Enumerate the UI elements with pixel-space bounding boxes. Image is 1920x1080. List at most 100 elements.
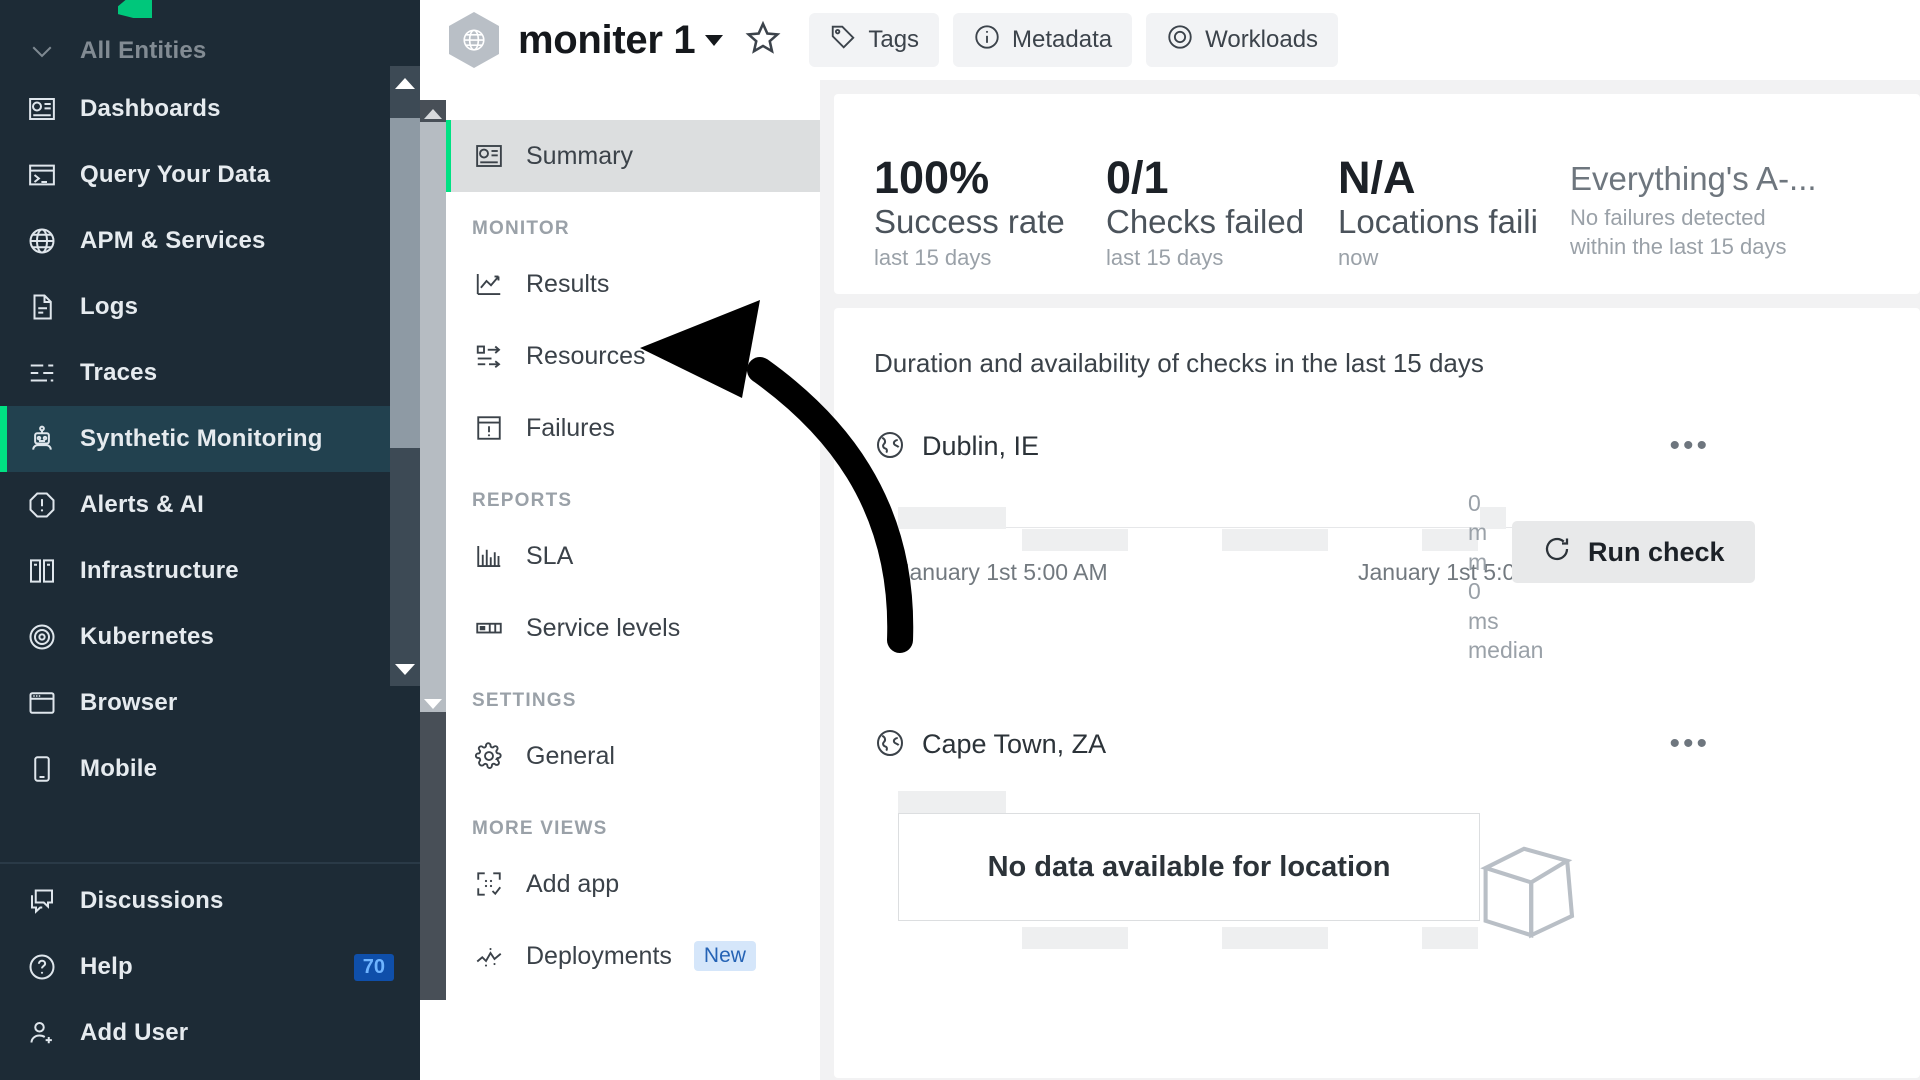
sidebar-item-query-your-data[interactable]: Query Your Data [0, 142, 420, 208]
workload-icon [1166, 23, 1194, 58]
section-heading-reports: REPORTS [472, 490, 573, 511]
primary-sidebar-bottom: Discussions Help 70 Add User [0, 862, 420, 1080]
chart-skeleton-bar [1022, 927, 1128, 949]
tags-button[interactable]: Tags [809, 13, 940, 67]
sidebar-item-label: Query Your Data [80, 161, 271, 188]
tab-summary[interactable]: Summary [446, 120, 820, 192]
sidebar-item-label: Synthetic Monitoring [80, 425, 323, 452]
deployments-icon [472, 939, 506, 973]
sidebar-item-label: Kubernetes [80, 623, 215, 650]
alert-octagon-icon [22, 485, 62, 525]
sidebar-item-dashboards[interactable]: Dashboards [0, 76, 420, 142]
tab-label: Failures [526, 413, 615, 442]
sidebar-item-kubernetes[interactable]: Kubernetes [0, 604, 420, 670]
workloads-button-label: Workloads [1205, 26, 1319, 53]
sidebar-item-traces[interactable]: Traces [0, 340, 420, 406]
globe-icon [22, 221, 62, 261]
refresh-icon [1542, 534, 1572, 571]
secondary-nav-scrollbar[interactable] [420, 100, 446, 1000]
median-line: 0 [1468, 490, 1481, 516]
sidebar-item-synthetic-monitoring[interactable]: Synthetic Monitoring [0, 406, 420, 472]
tab-label: Add app [526, 869, 620, 898]
tab-resources[interactable]: Resources [446, 320, 820, 392]
no-data-message: No data available for location [987, 850, 1391, 883]
robot-icon [22, 419, 62, 459]
sidebar-item-label: Traces [80, 359, 158, 386]
star-icon[interactable] [745, 20, 781, 61]
tab-label: Resources [526, 341, 646, 370]
sidebar-item-label: Help [80, 953, 133, 980]
tab-label: SLA [526, 541, 574, 570]
tab-results[interactable]: Results [446, 248, 820, 320]
divider [0, 862, 420, 864]
chevron-down-icon[interactable] [705, 34, 724, 46]
stat-locations-failing: N/A Locations faili now [1338, 154, 1570, 271]
dashboard-icon [22, 89, 62, 129]
sidebar-item-logs[interactable]: Logs [0, 274, 420, 340]
sidebar-item-alerts-and-ai[interactable]: Alerts & AI [0, 472, 420, 538]
tab-deployments[interactable]: Deployments New [446, 920, 820, 992]
sidebar-item-label: Infrastructure [80, 557, 239, 584]
secondary-nav: Summary MONITOR Results Resources Failur… [446, 80, 820, 1080]
sidebar-item-discussions[interactable]: Discussions [0, 868, 420, 934]
sidebar-item-apm-and-services[interactable]: APM & Services [0, 208, 420, 274]
cape-town-chart: No data available for location [874, 791, 1920, 971]
mobile-icon [22, 749, 62, 789]
stat-value: 100% [874, 152, 990, 203]
tag-icon [829, 23, 857, 58]
brand-logo-strip [0, 0, 420, 18]
tab-failures[interactable]: Failures [446, 392, 820, 464]
page-header: moniter 1 Tags Metadata Workloads [420, 0, 1920, 80]
stat-overall-health: Everything's A-... No failures detected … [1570, 154, 1910, 262]
terminal-icon [22, 155, 62, 195]
stat-value: N/A [1338, 152, 1416, 203]
run-check-button[interactable]: Run check [1512, 521, 1755, 583]
sidebar-item-label: Dashboards [80, 95, 221, 122]
chart-skeleton-bar [1222, 927, 1328, 949]
kebab-menu-icon[interactable]: ••• [1669, 431, 1710, 461]
sidebar-item-help[interactable]: Help 70 [0, 934, 420, 1000]
traces-icon [22, 353, 62, 393]
scrollbar-thumb[interactable] [390, 118, 420, 448]
sidebar-item-browser[interactable]: Browser [0, 670, 420, 736]
tab-add-app[interactable]: Add app [446, 848, 820, 920]
workloads-button[interactable]: Workloads [1146, 13, 1339, 67]
scrollbar-thumb[interactable] [420, 122, 446, 712]
location-name: Cape Town, ZA [922, 728, 1107, 759]
sidebar-item-add-user[interactable]: Add User [0, 1000, 420, 1066]
tab-label: General [526, 741, 615, 770]
sidebar-item-label: Mobile [80, 755, 158, 782]
metadata-button[interactable]: Metadata [953, 13, 1133, 67]
primary-nav-scrollbar[interactable] [390, 66, 420, 686]
scroll-down-arrow-icon[interactable] [390, 652, 420, 686]
section-heading-more-views: MORE VIEWS [472, 818, 608, 839]
help-badge-count: 70 [353, 953, 394, 981]
sidebar-item-infrastructure[interactable]: Infrastructure [0, 538, 420, 604]
resources-icon [472, 339, 506, 373]
stat-sub: now [1338, 244, 1379, 270]
tab-sla[interactable]: SLA [446, 520, 820, 592]
tab-general[interactable]: General [446, 720, 820, 792]
location-name: Dublin, IE [922, 430, 1040, 461]
primary-sidebar: All Entities Dashboards Query Your Data … [0, 0, 420, 1080]
scroll-down-arrow-icon[interactable] [420, 690, 446, 718]
sidebar-item-mobile[interactable]: Mobile [0, 736, 420, 802]
sidebar-item-all-entities[interactable]: All Entities [0, 26, 420, 76]
duration-availability-card: Duration and availability of checks in t… [834, 308, 1920, 1078]
info-circle-icon [973, 23, 1001, 58]
tab-label: Results [526, 269, 610, 298]
chart-skeleton-bar [1422, 927, 1478, 949]
scroll-up-arrow-icon[interactable] [390, 66, 420, 100]
line-chart-icon [472, 267, 506, 301]
secondary-nav-wrapper: Summary MONITOR Results Resources Failur… [420, 80, 820, 1080]
sidebar-item-label: Browser [80, 689, 178, 716]
kebab-menu-icon[interactable]: ••• [1669, 729, 1710, 759]
median-line: median [1468, 637, 1544, 664]
chart-skeleton-bar [898, 791, 1006, 813]
sidebar-item-label: Alerts & AI [80, 491, 205, 518]
sidebar-item-label: Discussions [80, 887, 224, 914]
gear-icon [472, 739, 506, 773]
tab-service-levels[interactable]: Service levels [446, 592, 820, 664]
stat-value: 0/1 [1106, 152, 1169, 203]
add-app-icon [472, 867, 506, 901]
